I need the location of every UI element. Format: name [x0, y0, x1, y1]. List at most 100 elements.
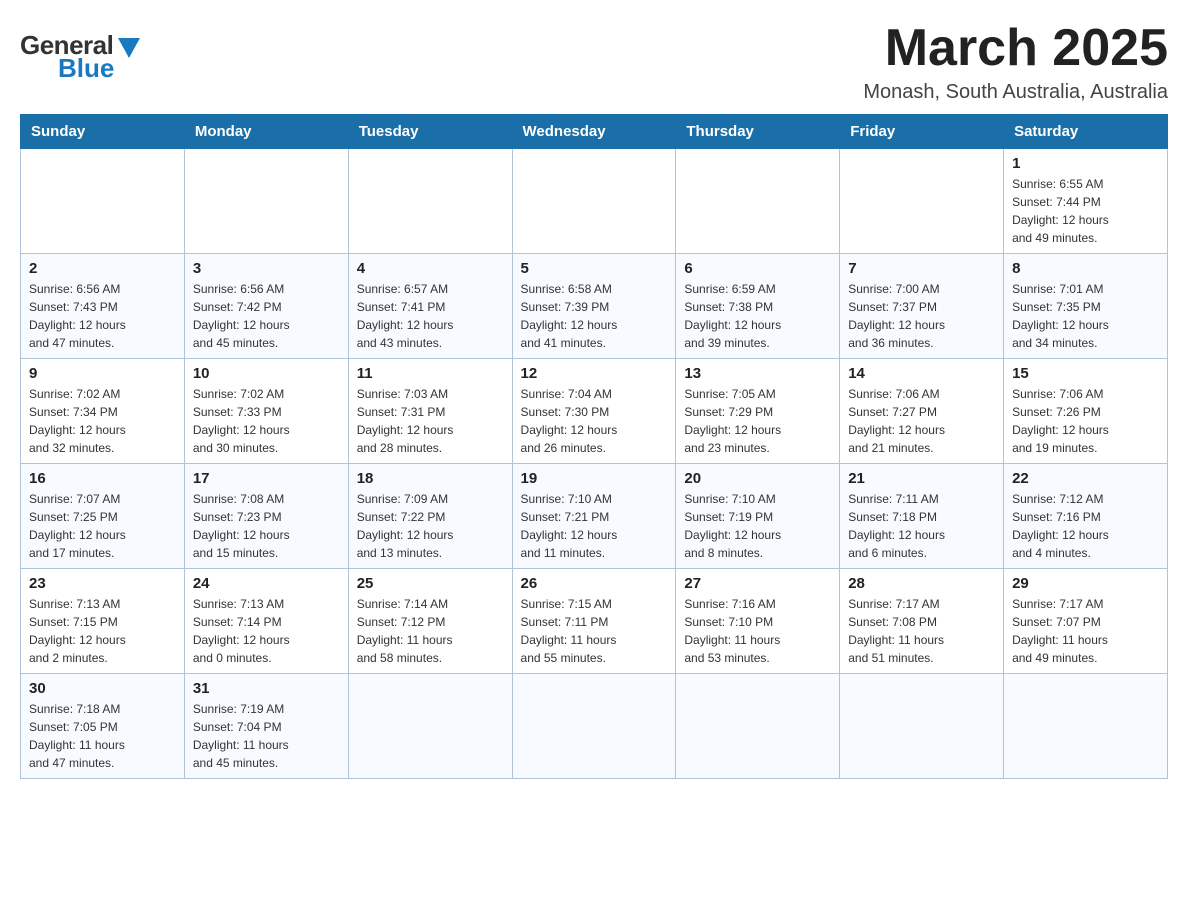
calendar-cell: 4Sunrise: 6:57 AM Sunset: 7:41 PM Daylig… — [348, 254, 512, 359]
calendar-cell — [512, 149, 676, 254]
day-info: Sunrise: 6:56 AM Sunset: 7:42 PM Dayligh… — [193, 280, 340, 352]
weekday-header: Tuesday — [348, 115, 512, 149]
day-number: 27 — [684, 575, 831, 592]
calendar-cell: 22Sunrise: 7:12 AM Sunset: 7:16 PM Dayli… — [1004, 464, 1168, 569]
calendar-week-row: 9 Sunrise: 7:02 AM Sunset: 7:34 PM Daylig… — [21, 359, 1168, 464]
day-info: Sunrise: 7:11 AM Sunset: 7:18 PM Dayligh… — [848, 490, 995, 562]
day-number: 5 — [521, 260, 668, 277]
calendar-cell: 13 Sunrise: 7:05 AM Sunset: 7:29 PM Dayli… — [676, 359, 840, 464]
calendar-cell: 29 Sunrise: 7:17 AM Sunset: 7:07 PM Dayli… — [1004, 569, 1168, 674]
day-number: 15 — [1012, 365, 1159, 382]
day-number: 20 — [684, 470, 831, 487]
weekday-header: Thursday — [676, 115, 840, 149]
day-info: Sunrise: 6:59 AM Sunset: 7:38 PM Dayligh… — [684, 280, 831, 352]
day-info: Sunrise: 7:10 AM Sunset: 7:21 PM Dayligh… — [521, 490, 668, 562]
weekday-header: Friday — [840, 115, 1004, 149]
calendar-cell — [840, 149, 1004, 254]
day-number: 24 — [193, 575, 340, 592]
calendar-cell: 5 Sunrise: 6:58 AM Sunset: 7:39 PM Daylig… — [512, 254, 676, 359]
day-info: Sunrise: 6:56 AM Sunset: 7:43 PM Dayligh… — [29, 280, 176, 352]
day-info: Sunrise: 6:58 AM Sunset: 7:39 PM Dayligh… — [521, 280, 668, 352]
day-number: 1 — [1012, 155, 1159, 172]
day-number: 12 — [521, 365, 668, 382]
day-info: Sunrise: 7:02 AM Sunset: 7:34 PM Dayligh… — [29, 385, 176, 457]
calendar-week-row: 2 Sunrise: 6:56 AM Sunset: 7:43 PM Daylig… — [21, 254, 1168, 359]
calendar-cell: 31 Sunrise: 7:19 AM Sunset: 7:04 PM Dayli… — [184, 674, 348, 779]
weekday-header: Sunday — [21, 115, 185, 149]
day-info: Sunrise: 7:16 AM Sunset: 7:10 PM Dayligh… — [684, 595, 831, 667]
calendar-cell — [840, 674, 1004, 779]
day-info: Sunrise: 7:10 AM Sunset: 7:19 PM Dayligh… — [684, 490, 831, 562]
logo-triangle-icon — [118, 38, 140, 58]
day-number: 18 — [357, 470, 504, 487]
calendar-cell — [348, 674, 512, 779]
day-number: 23 — [29, 575, 176, 592]
day-info: Sunrise: 7:05 AM Sunset: 7:29 PM Dayligh… — [684, 385, 831, 457]
day-number: 2 — [29, 260, 176, 277]
day-number: 17 — [193, 470, 340, 487]
title-area: March 2025 Monash, South Australia, Aust… — [863, 20, 1168, 104]
calendar-cell: 25Sunrise: 7:14 AM Sunset: 7:12 PM Dayli… — [348, 569, 512, 674]
calendar-week-row: 1Sunrise: 6:55 AM Sunset: 7:44 PM Daylig… — [21, 149, 1168, 254]
day-number: 11 — [357, 365, 504, 382]
day-info: Sunrise: 7:03 AM Sunset: 7:31 PM Dayligh… — [357, 385, 504, 457]
day-info: Sunrise: 7:08 AM Sunset: 7:23 PM Dayligh… — [193, 490, 340, 562]
weekday-header: Saturday — [1004, 115, 1168, 149]
calendar-cell — [184, 149, 348, 254]
calendar-cell — [348, 149, 512, 254]
day-info: Sunrise: 7:06 AM Sunset: 7:27 PM Dayligh… — [848, 385, 995, 457]
calendar-cell: 9 Sunrise: 7:02 AM Sunset: 7:34 PM Daylig… — [21, 359, 185, 464]
calendar-cell: 15 Sunrise: 7:06 AM Sunset: 7:26 PM Dayli… — [1004, 359, 1168, 464]
day-info: Sunrise: 7:01 AM Sunset: 7:35 PM Dayligh… — [1012, 280, 1159, 352]
day-number: 16 — [29, 470, 176, 487]
calendar-cell: 20 Sunrise: 7:10 AM Sunset: 7:19 PM Dayli… — [676, 464, 840, 569]
day-info: Sunrise: 7:06 AM Sunset: 7:26 PM Dayligh… — [1012, 385, 1159, 457]
calendar-cell: 26Sunrise: 7:15 AM Sunset: 7:11 PM Dayli… — [512, 569, 676, 674]
day-info: Sunrise: 7:13 AM Sunset: 7:14 PM Dayligh… — [193, 595, 340, 667]
day-info: Sunrise: 7:07 AM Sunset: 7:25 PM Dayligh… — [29, 490, 176, 562]
calendar-cell: 19 Sunrise: 7:10 AM Sunset: 7:21 PM Dayli… — [512, 464, 676, 569]
calendar-cell: 11 Sunrise: 7:03 AM Sunset: 7:31 PM Dayli… — [348, 359, 512, 464]
day-number: 6 — [684, 260, 831, 277]
calendar-week-row: 23Sunrise: 7:13 AM Sunset: 7:15 PM Dayli… — [21, 569, 1168, 674]
calendar-cell: 7Sunrise: 7:00 AM Sunset: 7:37 PM Daylig… — [840, 254, 1004, 359]
calendar-cell — [512, 674, 676, 779]
day-info: Sunrise: 7:02 AM Sunset: 7:33 PM Dayligh… — [193, 385, 340, 457]
calendar-cell — [21, 149, 185, 254]
logo: General Blue — [20, 30, 140, 84]
day-number: 22 — [1012, 470, 1159, 487]
day-info: Sunrise: 7:17 AM Sunset: 7:08 PM Dayligh… — [848, 595, 995, 667]
day-number: 10 — [193, 365, 340, 382]
calendar-cell: 18 Sunrise: 7:09 AM Sunset: 7:22 PM Dayli… — [348, 464, 512, 569]
day-number: 28 — [848, 575, 995, 592]
day-number: 19 — [521, 470, 668, 487]
calendar-cell: 12 Sunrise: 7:04 AM Sunset: 7:30 PM Dayli… — [512, 359, 676, 464]
calendar-header-row: SundayMondayTuesdayWednesdayThursdayFrid… — [21, 115, 1168, 149]
logo-blue-text: Blue — [58, 53, 114, 84]
month-title: March 2025 — [863, 20, 1168, 77]
day-info: Sunrise: 7:17 AM Sunset: 7:07 PM Dayligh… — [1012, 595, 1159, 667]
day-number: 9 — [29, 365, 176, 382]
calendar-cell: 21Sunrise: 7:11 AM Sunset: 7:18 PM Dayli… — [840, 464, 1004, 569]
day-number: 4 — [357, 260, 504, 277]
day-info: Sunrise: 7:09 AM Sunset: 7:22 PM Dayligh… — [357, 490, 504, 562]
calendar-cell: 16 Sunrise: 7:07 AM Sunset: 7:25 PM Dayli… — [21, 464, 185, 569]
calendar-cell: 14Sunrise: 7:06 AM Sunset: 7:27 PM Dayli… — [840, 359, 1004, 464]
day-number: 8 — [1012, 260, 1159, 277]
calendar-cell — [676, 149, 840, 254]
location-title: Monash, South Australia, Australia — [863, 81, 1168, 104]
day-number: 30 — [29, 680, 176, 697]
weekday-header: Wednesday — [512, 115, 676, 149]
header: General Blue March 2025 Monash, South Au… — [20, 20, 1168, 104]
calendar-week-row: 16 Sunrise: 7:07 AM Sunset: 7:25 PM Dayli… — [21, 464, 1168, 569]
day-number: 26 — [521, 575, 668, 592]
day-number: 29 — [1012, 575, 1159, 592]
day-info: Sunrise: 7:19 AM Sunset: 7:04 PM Dayligh… — [193, 700, 340, 772]
calendar-cell: 28 Sunrise: 7:17 AM Sunset: 7:08 PM Dayli… — [840, 569, 1004, 674]
calendar-cell: 3Sunrise: 6:56 AM Sunset: 7:42 PM Daylig… — [184, 254, 348, 359]
day-info: Sunrise: 7:18 AM Sunset: 7:05 PM Dayligh… — [29, 700, 176, 772]
day-number: 31 — [193, 680, 340, 697]
day-info: Sunrise: 7:04 AM Sunset: 7:30 PM Dayligh… — [521, 385, 668, 457]
day-number: 13 — [684, 365, 831, 382]
calendar-week-row: 30 Sunrise: 7:18 AM Sunset: 7:05 PM Dayli… — [21, 674, 1168, 779]
